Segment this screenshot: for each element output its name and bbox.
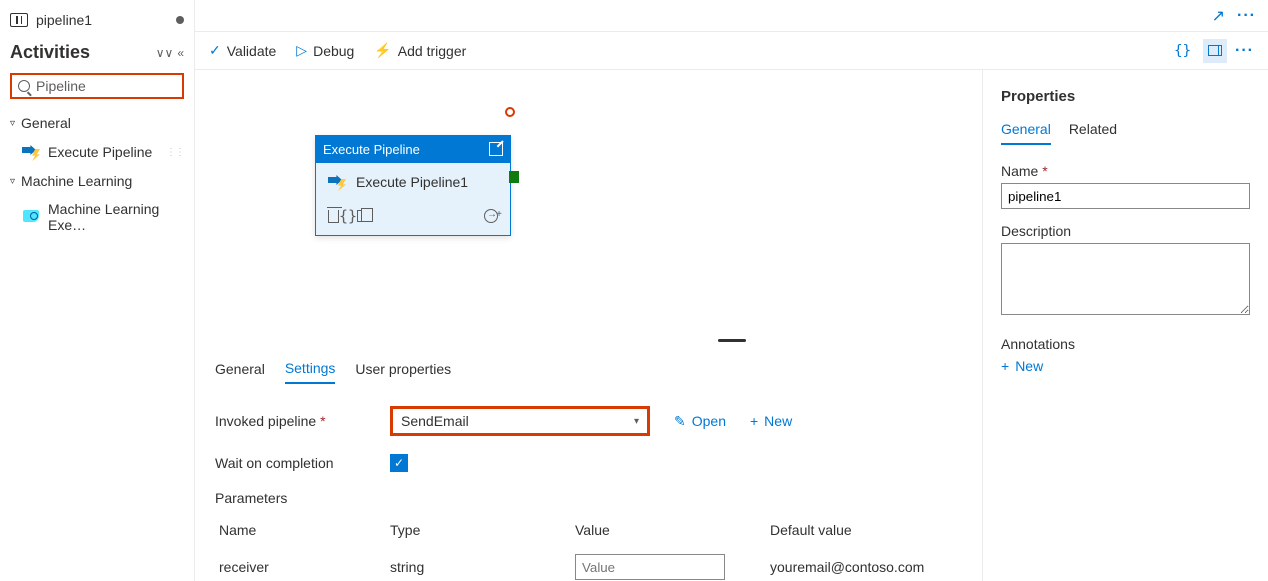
validation-error-icon xyxy=(505,107,515,117)
new-annotation-button[interactable]: + New xyxy=(1001,358,1250,374)
execute-pipeline-icon xyxy=(328,173,346,191)
activities-header: Activities ∨∨ « xyxy=(0,36,194,73)
node-code-icon[interactable]: {} xyxy=(339,207,357,225)
category-label: Machine Learning xyxy=(21,173,132,189)
param-name: receiver xyxy=(215,559,390,575)
debug-button[interactable]: ▷ Debug xyxy=(296,42,354,59)
breadcrumb: pipeline1 xyxy=(0,8,194,36)
validate-label: Validate xyxy=(227,43,277,59)
delete-node-icon[interactable] xyxy=(328,210,339,223)
activity-label: Machine Learning Exe… xyxy=(48,201,184,233)
pipeline-icon xyxy=(10,13,28,27)
plus-icon: + xyxy=(1001,358,1009,374)
fullscreen-icon[interactable]: ↗ xyxy=(1212,6,1225,26)
chevron-down-icon: ▿ xyxy=(10,176,15,187)
node-header: Execute Pipeline xyxy=(315,135,511,163)
pencil-icon: ✎ xyxy=(674,413,686,430)
node-type-label: Execute Pipeline xyxy=(323,142,420,157)
drag-grip-icon: ⋮⋮ xyxy=(166,147,184,158)
invoked-pipeline-select[interactable]: SendEmail ▾ xyxy=(390,406,650,436)
category-general[interactable]: ▿ General xyxy=(0,109,194,137)
properties-title: Properties xyxy=(1001,88,1250,105)
category-machine-learning[interactable]: ▿ Machine Learning xyxy=(0,167,194,195)
expand-all-icon[interactable]: ∨∨ xyxy=(156,46,174,60)
activities-sidebar: pipeline1 Activities ∨∨ « Pipeline ▿ Gen… xyxy=(0,0,195,581)
activity-label: Execute Pipeline xyxy=(48,144,152,160)
tab-header-bar: ↗ ··· xyxy=(195,0,1268,32)
node-body: Execute Pipeline1 {} xyxy=(315,163,511,236)
canvas-execute-pipeline-node[interactable]: Execute Pipeline Execute Pipeline1 {} xyxy=(315,135,511,236)
open-node-icon[interactable] xyxy=(489,142,503,156)
search-icon xyxy=(18,80,30,92)
name-label: Name * xyxy=(1001,163,1250,179)
pipeline-toolbar: ✓ Validate ▷ Debug ⚡ Add trigger {} ··· xyxy=(195,32,1268,70)
unsaved-indicator-icon xyxy=(176,16,184,24)
invoked-pipeline-label: Invoked pipeline * xyxy=(215,413,390,429)
wait-checkbox[interactable]: ✓ xyxy=(390,454,408,472)
add-trigger-button[interactable]: ⚡ Add trigger xyxy=(374,42,466,59)
category-label: General xyxy=(21,115,71,131)
code-view-button[interactable]: {} xyxy=(1170,39,1195,63)
add-output-icon[interactable] xyxy=(484,209,498,223)
debug-label: Debug xyxy=(313,43,354,59)
trigger-icon: ⚡ xyxy=(374,42,391,59)
properties-toggle-button[interactable] xyxy=(1203,39,1227,63)
validate-button[interactable]: ✓ Validate xyxy=(209,42,276,59)
main-area: ↗ ··· ✓ Validate ▷ Debug ⚡ Add trigger {… xyxy=(195,0,1268,581)
more-menu-icon[interactable]: ··· xyxy=(1237,7,1256,25)
chevron-down-icon: ▾ xyxy=(634,416,639,427)
chevron-down-icon: ▿ xyxy=(10,118,15,129)
tab-general[interactable]: General xyxy=(215,355,265,383)
wait-label: Wait on completion xyxy=(215,455,390,471)
param-type: string xyxy=(390,559,575,575)
collapse-sidebar-icon[interactable]: « xyxy=(177,46,184,60)
param-value-input[interactable] xyxy=(575,554,725,580)
description-label: Description xyxy=(1001,223,1250,239)
open-pipeline-button[interactable]: ✎ Open xyxy=(674,413,726,430)
prop-tab-related[interactable]: Related xyxy=(1069,121,1117,145)
annotations-label: Annotations xyxy=(1001,336,1250,352)
plus-icon: + xyxy=(750,413,758,429)
col-type: Type xyxy=(390,522,575,538)
success-connector-icon[interactable] xyxy=(509,171,519,183)
activity-machine-learning-execute[interactable]: Machine Learning Exe… xyxy=(0,195,194,239)
tab-settings[interactable]: Settings xyxy=(285,354,336,384)
activities-search-input[interactable]: Pipeline xyxy=(10,73,184,99)
pipeline-name-input[interactable] xyxy=(1001,183,1250,209)
node-name: Execute Pipeline1 xyxy=(356,174,468,190)
checkmark-icon: ✓ xyxy=(209,42,221,59)
trigger-label: Add trigger xyxy=(398,43,466,59)
new-label: New xyxy=(764,413,792,429)
prop-tab-general[interactable]: General xyxy=(1001,121,1051,145)
tab-user-properties[interactable]: User properties xyxy=(355,355,451,383)
invoked-pipeline-value: SendEmail xyxy=(401,413,469,429)
properties-tabs: General Related xyxy=(1001,121,1250,145)
execute-pipeline-icon xyxy=(22,143,40,161)
col-name: Name xyxy=(215,522,390,538)
properties-panel: Properties General Related Name * Descri… xyxy=(982,70,1268,581)
play-icon: ▷ xyxy=(296,42,307,59)
col-value: Value xyxy=(575,522,770,538)
search-text: Pipeline xyxy=(36,78,86,94)
open-label: Open xyxy=(692,413,726,429)
new-label: New xyxy=(1015,358,1043,374)
new-pipeline-button[interactable]: + New xyxy=(750,413,792,429)
pipeline-title: pipeline1 xyxy=(36,12,92,28)
activity-execute-pipeline[interactable]: Execute Pipeline ⋮⋮ xyxy=(0,137,194,167)
activities-title: Activities xyxy=(10,42,152,63)
toolbar-more-icon[interactable]: ··· xyxy=(1235,42,1254,60)
copy-node-icon[interactable] xyxy=(357,210,367,222)
description-textarea[interactable] xyxy=(1001,243,1250,315)
machine-learning-icon xyxy=(22,208,40,226)
